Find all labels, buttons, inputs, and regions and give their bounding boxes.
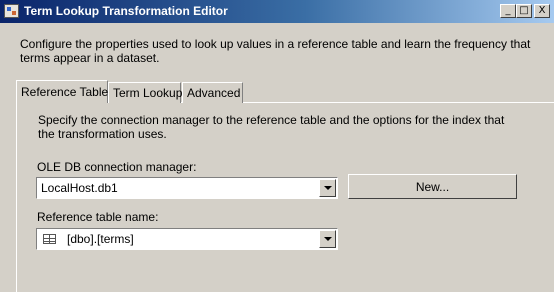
reference-table-label: Reference table name:	[37, 210, 159, 224]
dialog-window: Term Lookup Transformation Editor _ □ X …	[0, 0, 554, 292]
chevron-down-icon[interactable]	[319, 179, 336, 197]
tab-reference-table[interactable]: Reference Table	[16, 80, 108, 103]
connection-manager-label: OLE DB connection manager:	[37, 160, 197, 174]
dialog-description: Configure the properties used to look up…	[20, 37, 531, 65]
table-icon	[43, 234, 56, 244]
chevron-down-icon[interactable]	[319, 230, 336, 248]
title-bar[interactable]: Term Lookup Transformation Editor _ □ X	[0, 0, 554, 23]
reference-table-dropdown[interactable]: [dbo].[terms]	[36, 228, 338, 250]
connection-manager-value: LocalHost.db1	[41, 181, 118, 195]
reference-table-value: [dbo].[terms]	[67, 232, 134, 246]
window-title: Term Lookup Transformation Editor	[24, 4, 228, 18]
tab-term-lookup[interactable]: Term Lookup	[108, 82, 182, 103]
new-connection-button[interactable]: New...	[348, 174, 517, 199]
minimize-button[interactable]: _	[500, 4, 516, 18]
close-button[interactable]: X	[534, 4, 550, 18]
tab-advanced[interactable]: Advanced	[182, 82, 243, 103]
application-icon	[4, 4, 19, 18]
connection-manager-dropdown[interactable]: LocalHost.db1	[36, 177, 338, 199]
maximize-button[interactable]: □	[516, 4, 532, 18]
panel-description: Specify the connection manager to the re…	[38, 113, 505, 141]
